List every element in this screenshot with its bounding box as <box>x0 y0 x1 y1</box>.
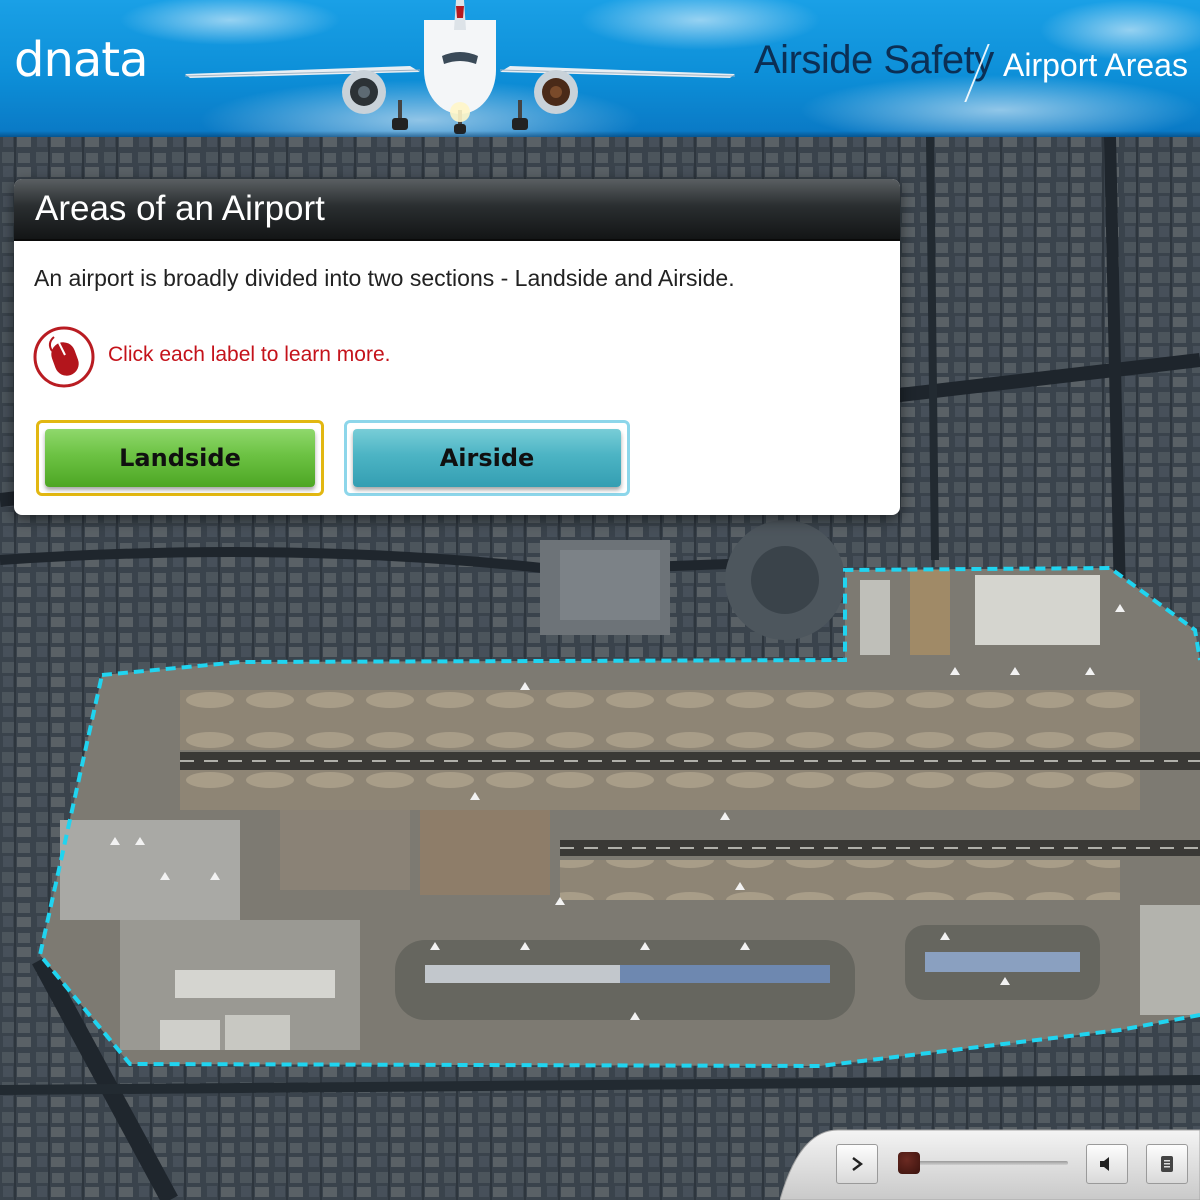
mouse-icon <box>33 326 95 388</box>
volume-icon <box>1100 1157 1109 1171</box>
dnata-logo: dnata <box>14 32 149 88</box>
landside-button[interactable]: Landside <box>45 429 315 487</box>
seek-thumb[interactable] <box>898 1152 920 1174</box>
volume-button[interactable] <box>1086 1144 1128 1184</box>
section-title: Airport Areas <box>1003 47 1188 83</box>
play-button[interactable] <box>836 1144 878 1184</box>
airplane-icon <box>184 0 736 134</box>
header-banner: dnata Airside Safety Airport Areas <box>0 0 1200 137</box>
course-title: Airside Safety <box>754 38 994 82</box>
hint-text: Click each label to learn more. <box>108 343 391 366</box>
notes-button[interactable] <box>1146 1144 1188 1184</box>
play-icon <box>852 1157 863 1171</box>
panel-intro-text: An airport is broadly divided into two s… <box>34 265 735 291</box>
airside-button-frame[interactable]: Airside <box>344 420 630 496</box>
airside-button[interactable]: Airside <box>353 429 621 487</box>
info-panel: Areas of an Airport An airport is broadl… <box>14 179 900 515</box>
panel-title: Areas of an Airport <box>35 189 325 228</box>
notes-icon <box>1161 1156 1173 1172</box>
landside-button-frame[interactable]: Landside <box>36 420 324 496</box>
seek-bar[interactable] <box>906 1161 1068 1165</box>
